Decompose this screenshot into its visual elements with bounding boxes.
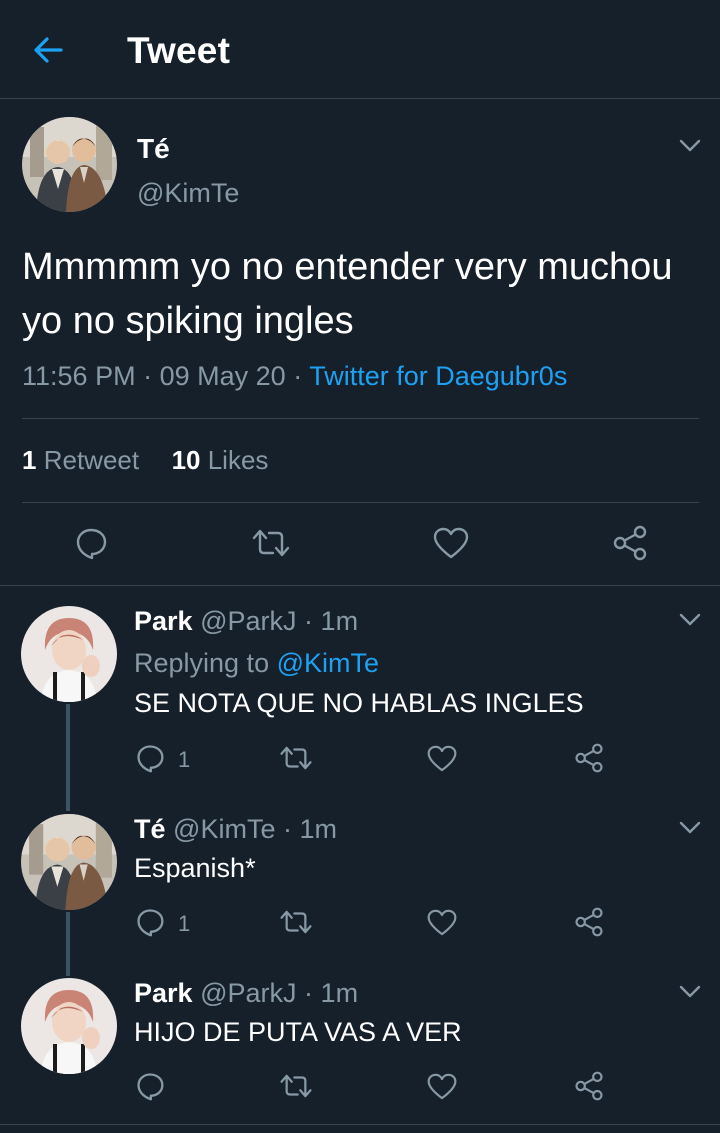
reply-icon	[76, 528, 107, 560]
like-button[interactable]	[427, 745, 457, 772]
avatar[interactable]	[21, 606, 117, 702]
retweet-button[interactable]	[251, 527, 291, 559]
retweet-button[interactable]	[279, 908, 313, 936]
reply-button[interactable]	[135, 743, 165, 773]
divider	[22, 502, 699, 503]
reply-author-name[interactable]: Té	[134, 814, 166, 844]
heart-icon	[433, 527, 469, 559]
retweet-count: 1	[22, 445, 37, 475]
avatar[interactable]	[21, 814, 117, 910]
heart-icon	[427, 1073, 457, 1100]
likes-link[interactable]: 10 Likes	[172, 445, 269, 475]
tweet-menu-button[interactable]	[679, 985, 701, 999]
tweet-source-link[interactable]: Twitter for Daegubr0s	[309, 361, 567, 391]
thread-connector	[66, 912, 70, 976]
meta-separator: ·	[304, 606, 314, 636]
share-button[interactable]	[574, 743, 604, 773]
retweets-link[interactable]: 1 Retweet	[22, 445, 139, 475]
heart-icon	[427, 745, 457, 772]
chevron-down-icon	[679, 613, 701, 626]
reply-icon	[137, 909, 164, 937]
divider	[0, 1124, 720, 1125]
avatar[interactable]	[22, 117, 117, 212]
share-button[interactable]	[574, 907, 604, 937]
thread-connector	[66, 704, 70, 811]
meta-separator: ·	[304, 978, 314, 1008]
tweet-menu-button[interactable]	[679, 139, 701, 153]
reply-author-name[interactable]: Park	[134, 978, 193, 1008]
like-button[interactable]	[427, 909, 457, 936]
chevron-down-icon	[679, 821, 701, 834]
reply-author-name[interactable]: Park	[134, 606, 193, 636]
replying-to: Replying to @KimTe	[134, 648, 379, 679]
share-button[interactable]	[574, 1071, 604, 1101]
reply-header: Park @ParkJ · 1m	[134, 978, 358, 1009]
chevron-down-icon	[679, 139, 701, 152]
share-icon	[575, 907, 603, 937]
reply-count: 1	[178, 747, 191, 772]
tweet-date: 09 May 20	[159, 361, 286, 391]
like-count: 10	[171, 445, 201, 475]
divider	[22, 418, 699, 419]
share-icon	[575, 1071, 603, 1101]
divider	[0, 585, 720, 586]
mention-link[interactable]: @KimTe	[277, 648, 379, 678]
engagement-counts: 1 Retweet 10 Likes	[22, 445, 268, 476]
reply-author-handle[interactable]: @KimTe	[173, 814, 275, 844]
retweet-button[interactable]	[279, 744, 313, 772]
heart-icon	[427, 909, 457, 936]
meta-separator: ·	[143, 361, 153, 391]
tweet-meta: 11:56 PM · 09 May 20 · Twitter for Daegu…	[22, 361, 567, 392]
meta-separator: ·	[293, 361, 303, 391]
author-handle[interactable]: @KimTe	[137, 178, 239, 209]
reply-text: SE NOTA QUE NO HABLAS INGLES	[134, 688, 584, 718]
retweet-label: Retweet	[43, 445, 140, 475]
reply-time: 1m	[320, 978, 359, 1008]
retweet-icon	[280, 910, 312, 934]
like-label: Likes	[207, 445, 269, 475]
avatar[interactable]	[21, 978, 117, 1074]
page-title: Tweet	[127, 30, 231, 71]
arrow-left-icon	[34, 37, 63, 63]
reply-author-handle[interactable]: @ParkJ	[200, 978, 296, 1008]
reply-author-handle[interactable]: @ParkJ	[200, 606, 296, 636]
share-icon	[575, 743, 603, 773]
reply-count: 1	[178, 911, 191, 936]
reply-button[interactable]	[135, 1071, 165, 1101]
replying-label: Replying to	[134, 648, 270, 678]
meta-separator: ·	[282, 814, 292, 844]
retweet-icon	[280, 746, 312, 770]
reply-button[interactable]	[74, 526, 108, 560]
author-name[interactable]: Té	[137, 133, 170, 165]
retweet-button[interactable]	[279, 1072, 313, 1100]
tweet-text: Mmmmm yo no entender very muchou yo no s…	[22, 246, 673, 342]
reply-text: Espanish*	[134, 853, 256, 883]
reply-text: HIJO DE PUTA VAS A VER	[134, 1017, 462, 1047]
tweet-menu-button[interactable]	[679, 821, 701, 835]
reply-time: 1m	[299, 814, 338, 844]
reply-icon	[137, 745, 164, 773]
header-bar: Tweet	[0, 0, 720, 99]
retweet-icon	[252, 529, 290, 557]
reply-header: Té @KimTe · 1m	[134, 814, 337, 845]
tweet-time: 11:56 PM	[22, 361, 136, 391]
tweet-menu-button[interactable]	[679, 613, 701, 627]
reply-button[interactable]	[135, 907, 165, 937]
back-button[interactable]	[31, 34, 67, 66]
reply-icon	[137, 1073, 164, 1101]
reply-time: 1m	[320, 606, 359, 636]
chevron-down-icon	[679, 985, 701, 998]
reply-header: Park @ParkJ · 1m	[134, 606, 358, 637]
like-button[interactable]	[433, 527, 469, 559]
share-icon	[613, 525, 647, 561]
retweet-icon	[280, 1074, 312, 1098]
share-button[interactable]	[612, 525, 648, 561]
like-button[interactable]	[427, 1073, 457, 1100]
